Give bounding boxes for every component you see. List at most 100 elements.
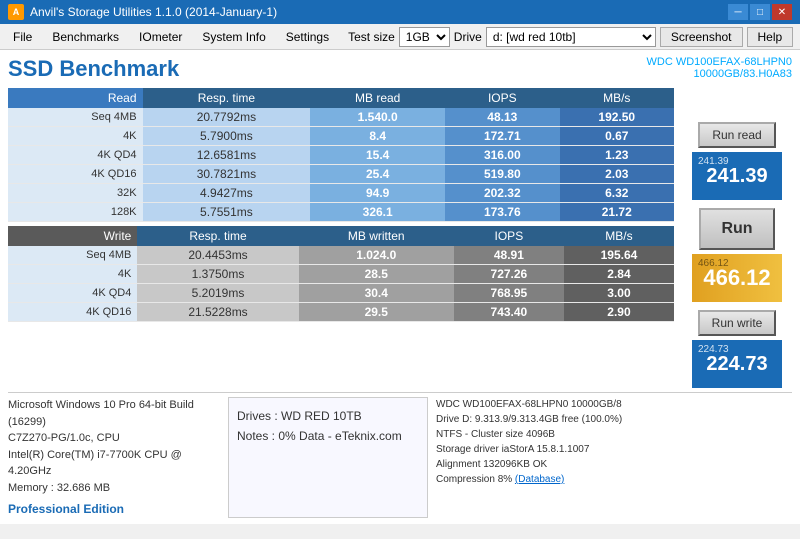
write-mbs: 3.00 [564, 284, 674, 303]
write-mb: 1.024.0 [299, 246, 454, 265]
write-resp-time: 5.2019ms [137, 284, 298, 303]
read-table: Read Resp. time MB read IOPS MB/s Seq 4M… [8, 88, 674, 222]
read-iops: 202.32 [445, 184, 559, 203]
write-mbs: 2.84 [564, 265, 674, 284]
bottom-left: Microsoft Windows 10 Pro 64-bit Build (1… [8, 397, 228, 518]
ssd-header: SSD Benchmark WDC WD100EFAX-68LHPN0 1000… [8, 56, 792, 82]
right-info-line: Storage driver iaStorA 15.8.1.1007 [436, 442, 792, 457]
read-row-label: 128K [8, 203, 143, 222]
title-bar-title: Anvil's Storage Utilities 1.1.0 (2014-Ja… [30, 5, 277, 19]
system-info-line: C7Z270-PG/1.0c, CPU [8, 430, 220, 447]
maximize-button[interactable]: □ [750, 4, 770, 20]
main-content: SSD Benchmark WDC WD100EFAX-68LHPN0 1000… [0, 50, 800, 524]
read-score-value: 241.39 [706, 165, 767, 188]
write-header-resp: Resp. time [137, 226, 298, 246]
write-header-mbs: MB/s [564, 226, 674, 246]
read-mb: 8.4 [310, 127, 445, 146]
write-score-label: 224.73 [698, 344, 729, 355]
write-table-row: 4K QD16 21.5228ms 29.5 743.40 2.90 [8, 303, 674, 322]
bottom-right: WDC WD100EFAX-68LHPN0 10000GB/8Drive D: … [428, 397, 792, 518]
read-row-label: 4K [8, 127, 143, 146]
write-table: Write Resp. time MB written IOPS MB/s Se… [8, 226, 674, 322]
read-row-label: 4K QD4 [8, 146, 143, 165]
write-resp-time: 20.4453ms [137, 246, 298, 265]
test-size-label: Test size [348, 30, 395, 44]
menu-settings[interactable]: Settings [277, 27, 338, 47]
read-header-iops: IOPS [445, 88, 559, 108]
write-resp-time: 1.3750ms [137, 265, 298, 284]
write-mb: 29.5 [299, 303, 454, 322]
write-row-label: 4K [8, 265, 137, 284]
read-mb: 1.540.0 [310, 108, 445, 127]
read-mbs: 6.32 [560, 184, 674, 203]
write-score-value: 224.73 [706, 353, 767, 376]
write-header-label: Write [8, 226, 137, 246]
right-info-line: Alignment 132096KB OK [436, 457, 792, 472]
read-score-box: 241.39 241.39 [692, 152, 782, 200]
run-read-button[interactable]: Run read [698, 122, 775, 148]
drive-label: Drive [454, 30, 482, 44]
close-button[interactable]: ✕ [772, 4, 792, 20]
test-size-select[interactable]: 1GB [399, 27, 450, 47]
write-header-mb: MB written [299, 226, 454, 246]
system-info-line: Intel(R) Core(TM) i7-7700K CPU @ 4.20GHz [8, 447, 220, 480]
menu-benchmarks[interactable]: Benchmarks [43, 27, 128, 47]
read-iops: 316.00 [445, 146, 559, 165]
run-write-button[interactable]: Run write [698, 310, 777, 336]
write-mb: 30.4 [299, 284, 454, 303]
read-iops: 172.71 [445, 127, 559, 146]
menu-bar: File Benchmarks IOmeter System Info Sett… [0, 24, 800, 50]
menu-iometer[interactable]: IOmeter [130, 27, 191, 47]
right-info-line: WDC WD100EFAX-68LHPN0 10000GB/8 [436, 397, 792, 412]
drive-select[interactable]: d: [wd red 10tb] [486, 27, 656, 47]
total-score-label: 466.12 [698, 258, 729, 269]
write-mbs: 195.64 [564, 246, 674, 265]
read-resp-time: 5.7900ms [143, 127, 311, 146]
write-resp-time: 21.5228ms [137, 303, 298, 322]
read-resp-time: 5.7551ms [143, 203, 311, 222]
read-mbs: 1.23 [560, 146, 674, 165]
bottom-section: Microsoft Windows 10 Pro 64-bit Build (1… [8, 392, 792, 518]
compression-link[interactable]: (Database) [515, 474, 564, 485]
write-row-label: 4K QD16 [8, 303, 137, 322]
total-score-box: 466.12 466.12 [692, 254, 782, 302]
read-mbs: 2.03 [560, 165, 674, 184]
read-table-row: 4K 5.7900ms 8.4 172.71 0.67 [8, 127, 674, 146]
read-resp-time: 12.6581ms [143, 146, 311, 165]
read-row-label: Seq 4MB [8, 108, 143, 127]
drives-label: Drives : WD RED 10TB [237, 406, 419, 426]
read-header-mb: MB read [310, 88, 445, 108]
write-score-box: 224.73 224.73 [692, 340, 782, 388]
minimize-button[interactable]: ─ [728, 4, 748, 20]
title-bar: A Anvil's Storage Utilities 1.1.0 (2014-… [0, 0, 800, 24]
read-table-row: 4K QD4 12.6581ms 15.4 316.00 1.23 [8, 146, 674, 165]
notes-label: Notes : 0% Data - eTeknix.com [237, 426, 419, 446]
write-iops: 743.40 [454, 303, 564, 322]
run-button[interactable]: Run [699, 208, 774, 250]
write-mb: 28.5 [299, 265, 454, 284]
menu-file[interactable]: File [4, 27, 41, 47]
write-row-label: 4K QD4 [8, 284, 137, 303]
read-resp-time: 4.9427ms [143, 184, 311, 203]
menu-sysinfo[interactable]: System Info [193, 27, 274, 47]
ssd-title: SSD Benchmark [8, 56, 179, 82]
read-row-label: 32K [8, 184, 143, 203]
help-button[interactable]: Help [747, 27, 794, 47]
screenshot-button[interactable]: Screenshot [660, 27, 743, 47]
read-header-mbs: MB/s [560, 88, 674, 108]
read-mbs: 0.67 [560, 127, 674, 146]
write-row-label: Seq 4MB [8, 246, 137, 265]
right-info-line: Compression 8% (Database) [436, 472, 792, 487]
read-mb: 94.9 [310, 184, 445, 203]
right-panel: Run read 241.39 241.39 Run 466.12 466.12… [682, 88, 792, 388]
write-table-row: Seq 4MB 20.4453ms 1.024.0 48.91 195.64 [8, 246, 674, 265]
write-header-iops: IOPS [454, 226, 564, 246]
read-mbs: 21.72 [560, 203, 674, 222]
right-info-line: Drive D: 9.313.9/9.313.4GB free (100.0%) [436, 412, 792, 427]
drive-info: WDC WD100EFAX-68LHPN0 10000GB/83.H0A83 [647, 56, 793, 80]
read-table-row: 128K 5.7551ms 326.1 173.76 21.72 [8, 203, 674, 222]
app-icon: A [8, 4, 24, 20]
drive-line1: WDC WD100EFAX-68LHPN0 [647, 56, 793, 68]
read-resp-time: 30.7821ms [143, 165, 311, 184]
read-header-resp: Resp. time [143, 88, 311, 108]
